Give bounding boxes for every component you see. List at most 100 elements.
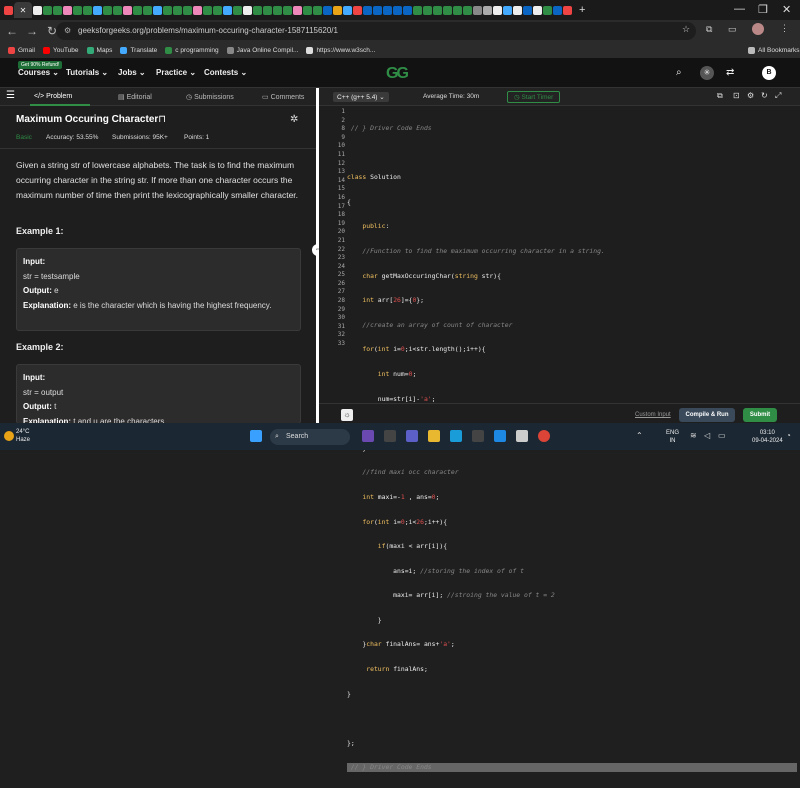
bookmark-w3schools[interactable]: https://www.w3sch... (306, 46, 375, 54)
clock[interactable]: 03:10 09-04-2024 (752, 429, 783, 445)
bookmark-c-programming[interactable]: c programming (165, 46, 219, 54)
tab-favicon-icon[interactable] (373, 5, 382, 15)
tab-favicon-icon[interactable] (223, 5, 232, 15)
weather-icon[interactable] (4, 431, 14, 441)
tab-favicon-icon[interactable] (423, 5, 432, 15)
tab-favicon-icon[interactable] (473, 5, 482, 15)
bookmark-maps[interactable]: Maps (86, 46, 112, 54)
window-close-icon[interactable]: ✕ (782, 3, 791, 16)
menu-icon[interactable]: ⋮ (780, 23, 789, 34)
tab-favicon-icon[interactable] (523, 5, 532, 15)
forward-icon[interactable]: → (24, 24, 40, 38)
tab-favicon-icon[interactable] (193, 5, 202, 15)
start-timer-button[interactable]: ◷ Start Timer (507, 91, 561, 103)
tab-favicon-icon[interactable] (123, 5, 132, 15)
tab-favicon-icon[interactable] (513, 5, 522, 15)
tab-favicon-icon[interactable] (293, 5, 302, 15)
file-explorer-icon[interactable] (428, 430, 440, 442)
nav-courses[interactable]: Courses ⌄ (18, 68, 59, 77)
active-tab[interactable]: ✕ (14, 2, 32, 18)
wifi-icon[interactable]: ≋ (690, 431, 697, 440)
chevron-up-icon[interactable]: ⌃ (636, 431, 643, 440)
bookmark-translate[interactable]: Translate (120, 46, 157, 54)
tab-favicon-icon[interactable] (153, 5, 162, 15)
tab-comments[interactable]: ▭ Comments (262, 93, 304, 101)
tab-favicon-icon[interactable] (173, 5, 182, 15)
language-select[interactable]: C++ (g++ 5.4) ⌄ (333, 92, 389, 102)
profile-icon[interactable] (752, 23, 764, 35)
tab-favicon-icon[interactable] (203, 5, 212, 15)
weather-widget[interactable]: 24°C Haze (16, 428, 30, 444)
reset-icon[interactable]: ↻ (761, 91, 768, 100)
store-icon[interactable] (472, 430, 484, 442)
tab-favicon-icon[interactable] (503, 5, 512, 15)
url-input[interactable]: ⚙ geeksforgeeks.org/problems/maximum-occ… (56, 22, 696, 40)
sidebar-icon[interactable]: ▭ (728, 24, 737, 35)
site-info-icon[interactable]: ⚙ (64, 22, 71, 40)
tab-favicon-icon[interactable] (443, 5, 452, 15)
nav-tutorials[interactable]: Tutorials ⌄ (66, 68, 108, 77)
tab-favicon-icon[interactable] (343, 5, 352, 15)
tab-favicon-icon[interactable] (53, 5, 62, 15)
bug-report-icon[interactable]: ✲ (290, 114, 298, 125)
tab-favicon-icon[interactable] (413, 5, 422, 15)
tab-favicon-icon[interactable] (213, 5, 222, 15)
tab-favicon-icon[interactable] (93, 5, 102, 15)
widgets-icon[interactable] (362, 430, 374, 442)
tab-favicon-icon[interactable] (393, 5, 402, 15)
chrome-icon[interactable] (538, 430, 550, 442)
tab-favicon-icon[interactable] (333, 5, 342, 15)
tab-favicon-icon[interactable] (73, 5, 82, 15)
tab-favicon-icon[interactable] (143, 5, 152, 15)
tab-favicon-icon[interactable] (263, 5, 272, 15)
tab-favicon-icon[interactable] (563, 5, 572, 15)
app-icon[interactable] (516, 430, 528, 442)
all-bookmarks[interactable]: All Bookmarks (748, 46, 800, 54)
gfg-logo[interactable]: GG (386, 65, 409, 83)
bookmark-gmail[interactable]: Gmail (8, 46, 35, 54)
theme-toggle-icon[interactable]: ✳ (700, 66, 714, 80)
battery-icon[interactable]: ▭ (718, 431, 726, 440)
star-icon[interactable]: ☆ (682, 24, 690, 35)
tab-favicon-icon[interactable] (483, 5, 492, 15)
tab-favicon-icon[interactable] (63, 5, 72, 15)
tab-favicon-icon[interactable] (103, 5, 112, 15)
taskbar-search[interactable]: ⌕ Search (270, 429, 350, 445)
custom-input-link[interactable]: Custom Input (635, 412, 671, 418)
tab-favicon-icon[interactable] (403, 5, 412, 15)
bookmark-java-compiler[interactable]: Java Online Compil... (226, 46, 298, 54)
tab-favicon-icon[interactable] (4, 5, 13, 15)
tab-favicon-icon[interactable] (233, 5, 242, 15)
bookmark-youtube[interactable]: YouTube (42, 46, 79, 54)
submit-button[interactable]: Submit (743, 408, 777, 422)
tab-favicon-icon[interactable] (83, 5, 92, 15)
tab-favicon-icon[interactable] (303, 5, 312, 15)
tab-favicon-icon[interactable] (543, 5, 552, 15)
nav-jobs[interactable]: Jobs ⌄ (118, 68, 146, 77)
new-tab-icon[interactable]: + (579, 4, 585, 16)
tab-problem[interactable]: </> Problem (34, 93, 72, 100)
edge-icon[interactable] (450, 430, 462, 442)
nav-practice[interactable]: Practice ⌄ (156, 68, 196, 77)
windows-start-icon[interactable] (250, 430, 262, 442)
tab-favicon-icon[interactable] (163, 5, 172, 15)
task-view-icon[interactable] (384, 430, 396, 442)
tab-favicon-icon[interactable] (433, 5, 442, 15)
tab-favicon-icon[interactable] (453, 5, 462, 15)
notification-icon[interactable]: ◔ (786, 431, 791, 440)
tab-favicon-icon[interactable] (133, 5, 142, 15)
tab-favicon-icon[interactable] (43, 5, 52, 15)
minimize-icon[interactable]: — (734, 3, 745, 15)
theme-icon[interactable]: ☼ (341, 409, 353, 421)
tab-favicon-icon[interactable] (183, 5, 192, 15)
tab-submissions[interactable]: ◷ Submissions (186, 93, 234, 101)
language-icon[interactable]: ⇄ (726, 67, 734, 78)
tab-favicon-icon[interactable] (253, 5, 262, 15)
tab-favicon-icon[interactable] (383, 5, 392, 15)
search-icon[interactable]: ⌕ (676, 67, 682, 78)
extensions-icon[interactable]: ⧉ (706, 24, 712, 35)
tab-favicon-icon[interactable] (273, 5, 282, 15)
teams-icon[interactable] (406, 430, 418, 442)
compile-run-button[interactable]: Compile & Run (679, 408, 735, 422)
tab-favicon-icon[interactable] (243, 5, 252, 15)
